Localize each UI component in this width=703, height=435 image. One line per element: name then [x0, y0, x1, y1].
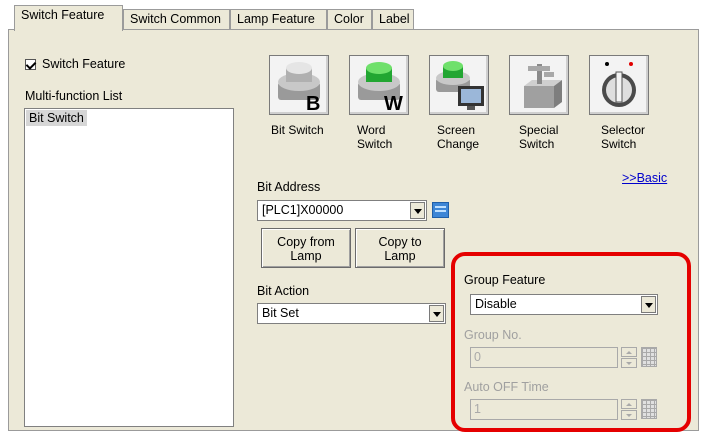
- tab-switch-feature[interactable]: Switch Feature: [14, 5, 123, 31]
- selector-switch-label: Selector Switch: [601, 123, 646, 151]
- bit-address-label: Bit Address: [257, 180, 321, 194]
- bit-switch-label: Bit Switch: [271, 123, 324, 137]
- switch-feature-label: Switch Feature: [42, 57, 126, 71]
- word-switch-icon: W: [358, 62, 403, 115]
- tab-lamp-feature[interactable]: Lamp Feature: [230, 9, 327, 30]
- tab-switch-common[interactable]: Switch Common: [123, 9, 230, 30]
- special-switch-button[interactable]: [509, 55, 569, 115]
- bit-switch-button[interactable]: B: [269, 55, 329, 115]
- group-feature-highlight: [451, 252, 691, 432]
- bit-action-select[interactable]: Bit Set: [257, 303, 446, 324]
- special-switch-label: Special Switch: [519, 123, 559, 151]
- selector-switch-button[interactable]: [589, 55, 649, 115]
- list-item[interactable]: Bit Switch: [26, 110, 87, 126]
- tab-color[interactable]: Color: [327, 9, 372, 30]
- screen-change-button[interactable]: [429, 55, 489, 115]
- special-switch-icon: [524, 64, 562, 108]
- bit-action-label: Bit Action: [257, 284, 310, 298]
- bit-address-value: [PLC1]X00000: [262, 203, 344, 217]
- word-switch-button[interactable]: W: [349, 55, 409, 115]
- keyboard-icon[interactable]: [432, 202, 449, 218]
- switch-feature-checkbox[interactable]: [25, 59, 36, 70]
- bit-switch-icon: B: [278, 62, 320, 115]
- screen-change-label: Screen Change: [437, 123, 480, 151]
- screen-change-icon: [436, 61, 484, 110]
- svg-text:W: W: [384, 93, 403, 114]
- chevron-down-icon[interactable]: [410, 202, 425, 219]
- bit-action-value: Bit Set: [262, 306, 299, 320]
- multi-function-list-label: Multi-function List: [25, 89, 123, 103]
- copy-from-lamp-button[interactable]: Copy from Lamp: [261, 228, 351, 268]
- multi-function-list[interactable]: [24, 108, 234, 427]
- basic-link[interactable]: >>Basic: [622, 171, 667, 185]
- chevron-down-icon[interactable]: [429, 305, 444, 322]
- bit-address-select[interactable]: [PLC1]X00000: [257, 200, 427, 221]
- selector-switch-icon: [602, 62, 636, 107]
- tab-label[interactable]: Label: [372, 9, 414, 30]
- word-switch-label: Word Switch: [357, 123, 393, 151]
- copy-to-lamp-button[interactable]: Copy to Lamp: [355, 228, 445, 268]
- svg-text:B: B: [306, 93, 320, 114]
